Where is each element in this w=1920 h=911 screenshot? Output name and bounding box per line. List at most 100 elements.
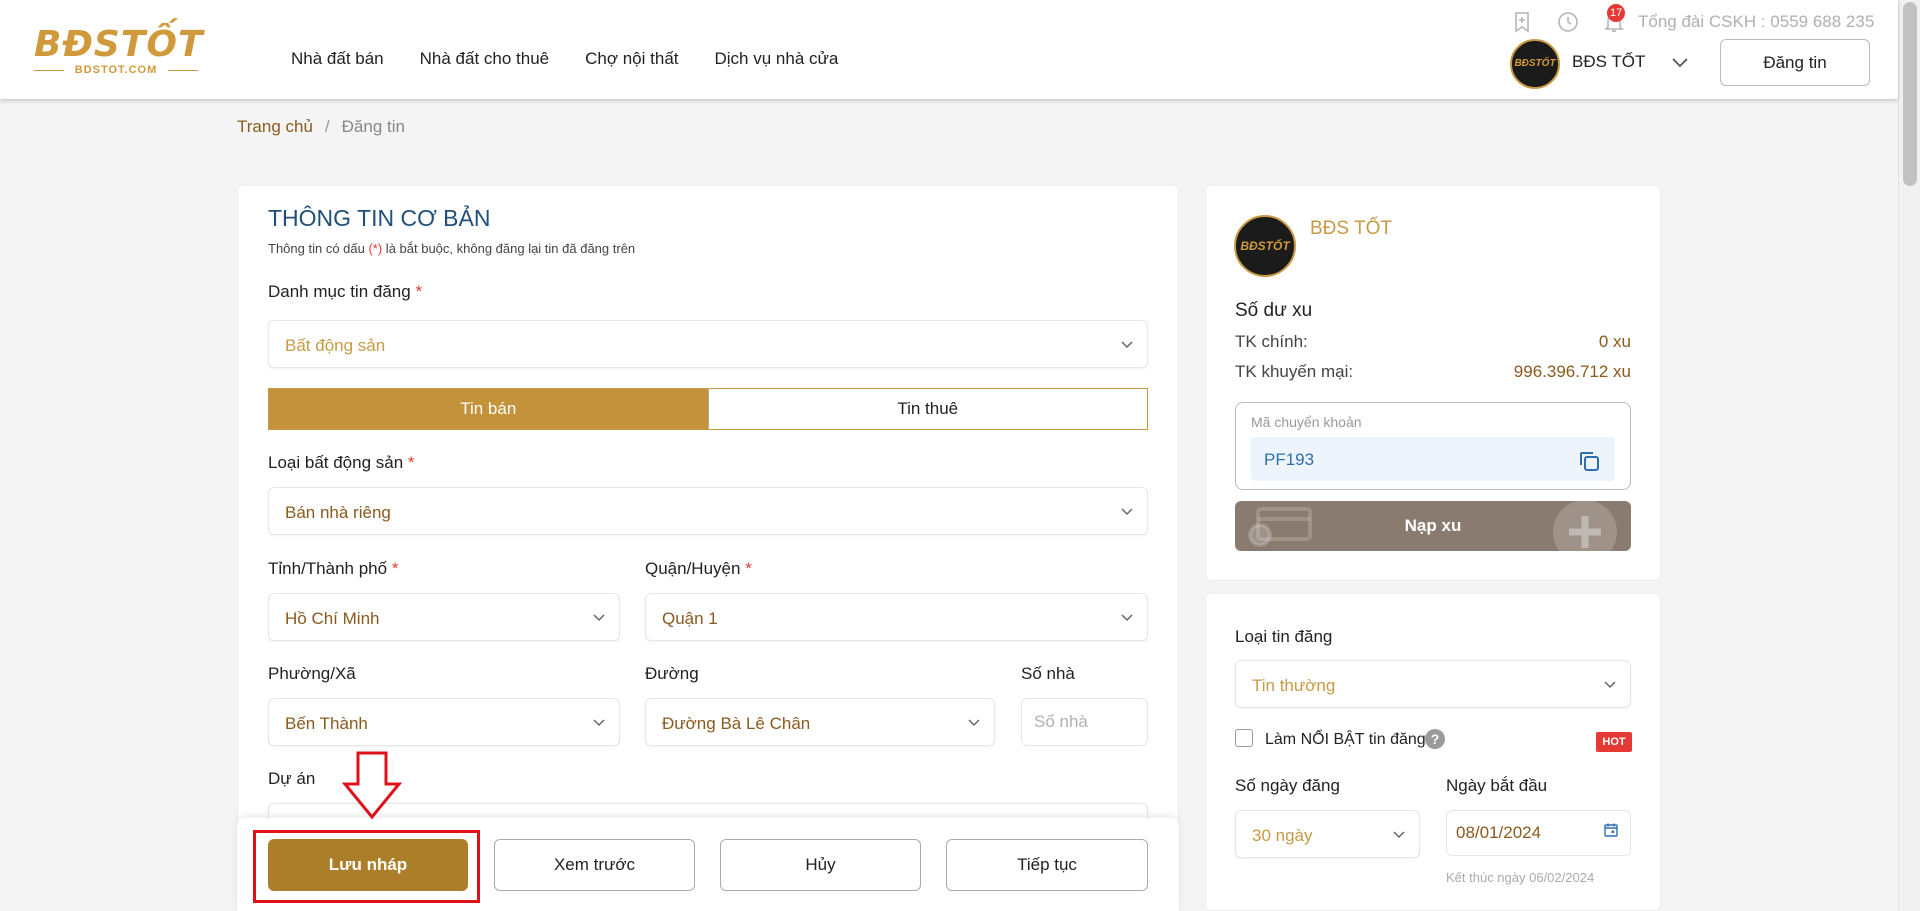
transfer-code-label: Mã chuyển khoản — [1251, 414, 1362, 430]
user-name[interactable]: BĐS TỐT — [1572, 52, 1645, 72]
saved-listing-icon[interactable] — [1510, 10, 1534, 34]
ward-label: Phường/Xã — [268, 664, 356, 683]
chevron-down-icon — [1119, 338, 1135, 350]
ward-select[interactable]: Bến Thành — [268, 698, 620, 746]
category-select[interactable]: Bất động sản — [268, 320, 1148, 368]
listing-type-value: Tin thường — [1252, 676, 1336, 695]
house-number-input[interactable] — [1021, 698, 1148, 746]
topup-button-label: Nạp xu — [1404, 516, 1462, 535]
breadcrumb-separator: / — [324, 117, 330, 136]
balance-title: Số dư xu — [1235, 300, 1313, 321]
nav-item-services[interactable]: Dịch vụ nhà cửa — [715, 49, 839, 69]
history-icon[interactable] — [1556, 10, 1580, 34]
highlight-checkbox[interactable] — [1235, 729, 1253, 747]
breadcrumb: Trang chủ / Đăng tin — [237, 117, 405, 137]
promo-balance-value: 996.396.712 xu — [1513, 362, 1631, 381]
breadcrumb-current: Đăng tin — [341, 117, 405, 136]
listing-type-select[interactable]: Tin thường — [1235, 660, 1631, 708]
listing-kind-tabs: Tin bán Tin thuê — [268, 388, 1148, 430]
scrollbar-thumb[interactable] — [1903, 2, 1917, 186]
highlight-checkbox-label[interactable]: Làm NỔI BẬT tin đăng — [1265, 731, 1426, 749]
street-select[interactable]: Đường Bà Lê Chân — [645, 698, 995, 746]
site-logo[interactable]: BĐSTỐT BDSTOT.COM — [34, 24, 203, 80]
street-label: Đường — [645, 664, 699, 683]
category-label: Danh mục tin đăng * — [268, 282, 422, 302]
transfer-code-value: PF193 — [1264, 450, 1315, 469]
property-type-select[interactable]: Bán nhà riêng — [268, 487, 1148, 535]
end-date-note: Kết thúc ngày 06/02/2024 — [1446, 870, 1595, 885]
chevron-down-icon — [591, 611, 607, 623]
promo-balance-row: TK khuyến mại: 996.396.712 xu — [1235, 362, 1631, 382]
user-avatar[interactable]: BĐSTỐT — [1510, 39, 1560, 89]
main-balance-label: TK chính: — [1235, 332, 1308, 351]
chevron-down-icon — [591, 716, 607, 728]
district-label: Quận/Huyện * — [645, 559, 752, 579]
city-label-text: Tỉnh/Thành phố — [268, 559, 388, 578]
required-mark: * — [391, 559, 399, 578]
help-icon[interactable]: ? — [1425, 729, 1445, 749]
district-select[interactable]: Quận 1 — [645, 593, 1148, 641]
nav-item-sale[interactable]: Nhà đất bán — [291, 49, 384, 69]
required-note: Thông tin có dấu (*) là bắt buộc, không … — [268, 241, 635, 256]
ward-value: Bến Thành — [285, 714, 368, 733]
card-icon — [1248, 507, 1312, 547]
house-number-label: Số nhà — [1021, 664, 1075, 683]
post-days-select[interactable]: 30 ngày — [1235, 810, 1420, 858]
main-balance-row: TK chính: 0 xu — [1235, 332, 1631, 352]
calendar-icon[interactable] — [1603, 822, 1619, 838]
copy-icon[interactable] — [1576, 448, 1602, 474]
note-text-end: là bắt buộc, không đăng lại tin đã đăng … — [382, 241, 636, 256]
post-days-value: 30 ngày — [1252, 826, 1313, 845]
tab-rent[interactable]: Tin thuê — [707, 389, 1147, 429]
avatar-logo: BĐSTỐT — [1514, 58, 1556, 69]
account-name: BĐS TỐT — [1310, 218, 1392, 239]
chevron-down-icon[interactable] — [1670, 54, 1690, 70]
nav-item-furniture[interactable]: Chợ nội thất — [585, 49, 678, 69]
continue-button[interactable]: Tiếp tục — [946, 839, 1148, 891]
street-value: Đường Bà Lê Chân — [662, 714, 811, 733]
property-type-label: Loại bất động sản * — [268, 453, 415, 473]
note-text-start: Thông tin có dấu — [268, 241, 369, 256]
chevron-down-icon — [1119, 505, 1135, 517]
chevron-down-icon — [1602, 678, 1618, 690]
breadcrumb-home[interactable]: Trang chủ — [237, 117, 313, 137]
chevron-down-icon — [1391, 828, 1407, 840]
post-listing-button[interactable]: Đăng tin — [1720, 39, 1870, 86]
city-label: Tỉnh/Thành phố * — [268, 559, 398, 579]
district-value: Quận 1 — [662, 609, 718, 628]
main-nav: Nhà đất bán Nhà đất cho thuê Chợ nội thấ… — [291, 49, 838, 69]
hotline-text: Tổng đài CSKH : 0559 688 235 — [1638, 12, 1875, 31]
promo-balance-label: TK khuyến mại: — [1235, 362, 1354, 381]
annotation-highlight-box — [253, 830, 480, 903]
main-balance-value: 0 xu — [1598, 332, 1631, 351]
logo-domain: BDSTOT.COM — [34, 64, 198, 76]
property-type-value: Bán nhà riêng — [285, 503, 391, 522]
required-mark: * — [745, 559, 752, 578]
page-scrollbar[interactable] — [1898, 0, 1920, 911]
chevron-down-icon — [1119, 611, 1135, 623]
city-value: Hồ Chí Minh — [285, 609, 380, 628]
account-avatar: BĐSTỐT — [1234, 215, 1296, 277]
cancel-button[interactable]: Hủy — [720, 839, 921, 891]
start-date-label: Ngày bắt đầu — [1446, 776, 1548, 795]
project-label: Dự án — [268, 769, 316, 788]
section-title: THÔNG TIN CƠ BẢN — [268, 205, 491, 231]
category-value: Bất động sản — [285, 336, 386, 355]
start-date-value: 08/01/2024 — [1456, 823, 1542, 842]
chevron-down-icon — [966, 716, 982, 728]
required-mark: * — [415, 282, 423, 301]
city-select[interactable]: Hồ Chí Minh — [268, 593, 620, 641]
district-label-text: Quận/Huyện — [645, 559, 741, 578]
annotation-arrow-icon — [342, 751, 402, 820]
preview-button[interactable]: Xem trước — [494, 839, 695, 891]
property-type-label-text: Loại bất động sản — [268, 453, 404, 472]
post-days-label: Số ngày đăng — [1235, 776, 1340, 795]
tab-sale[interactable]: Tin bán — [269, 389, 708, 429]
logo-wordmark: BĐSTỐT — [34, 24, 204, 65]
required-mark: * — [407, 453, 415, 472]
note-required-mark: (*) — [368, 241, 383, 256]
nav-item-rent[interactable]: Nhà đất cho thuê — [420, 49, 549, 69]
listing-type-label: Loại tin đăng — [1235, 627, 1333, 646]
avatar-logo: BĐSTỐT — [1240, 239, 1290, 253]
category-label-text: Danh mục tin đăng — [268, 282, 411, 301]
